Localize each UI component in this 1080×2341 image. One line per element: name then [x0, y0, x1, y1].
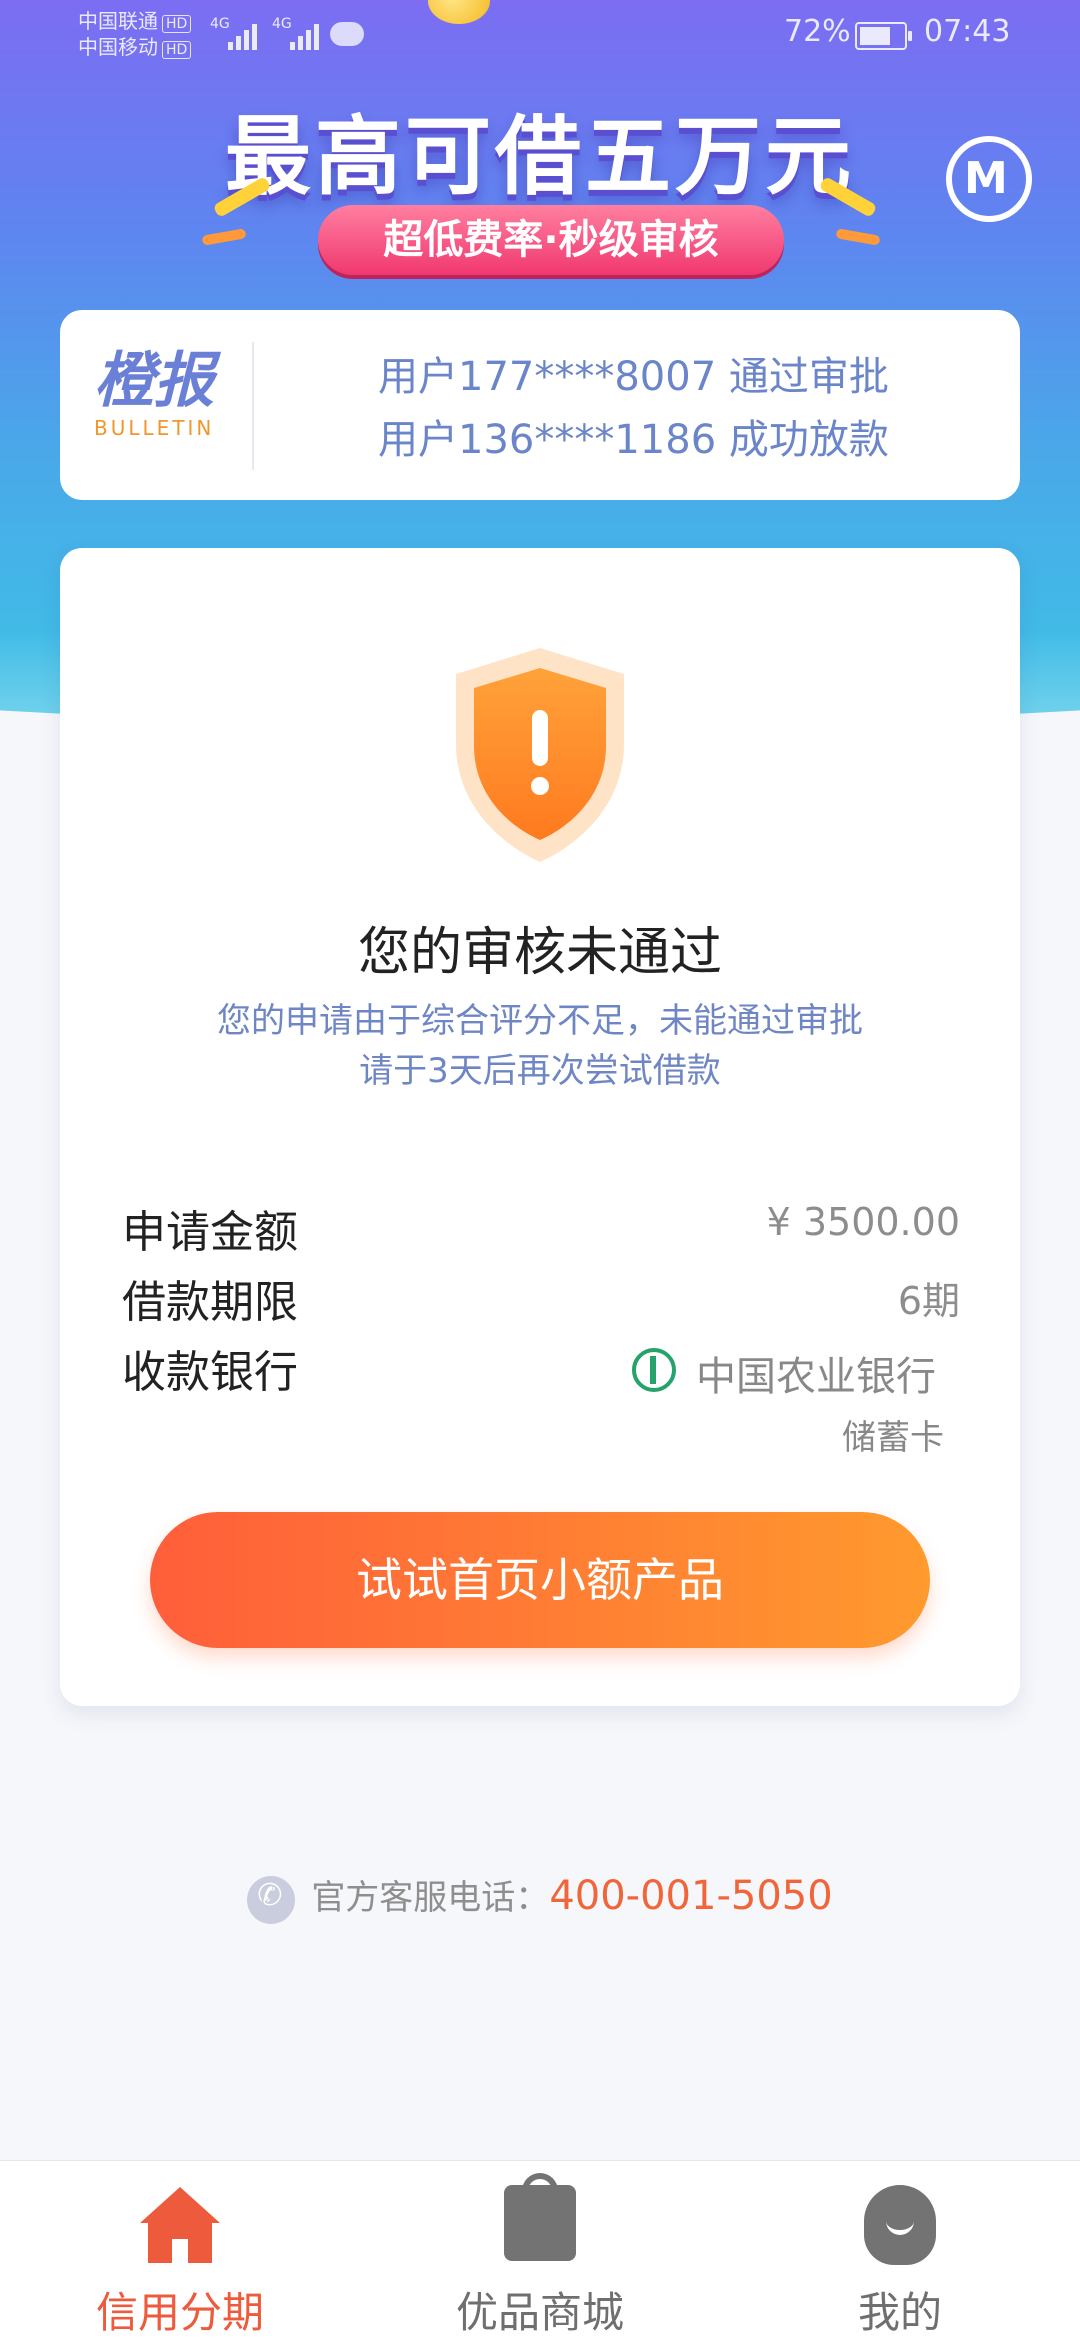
shield-warning-icon: [450, 644, 630, 866]
tab-mine[interactable]: 我的: [720, 2161, 1080, 2341]
bank-name: 中国农业银行: [696, 1354, 936, 1400]
hotline-number[interactable]: 400-001-5050: [549, 1873, 832, 1919]
network-type-1: 4G: [210, 16, 230, 32]
banner-subtitle: 超低费率·秒级审核: [318, 205, 784, 275]
m-logo-icon[interactable]: M: [946, 136, 1032, 222]
phone-icon: [247, 1875, 296, 1924]
bulletin-card: 橙报 BULLETIN 用户177****8007 通过审批 用户136****…: [60, 310, 1020, 500]
bank-label: 收款银行: [122, 1347, 298, 1398]
amount-value: ¥ 3500.00: [766, 1200, 960, 1244]
amount-label: 申请金额: [122, 1207, 298, 1258]
user-icon: [864, 2185, 936, 2265]
customer-service-hotline: 官方客服电话：400-001-5050: [0, 1870, 1080, 1924]
hd-badge-1: HD: [162, 15, 192, 33]
carrier-info: 中国联通 HD 中国移动 HD: [78, 8, 192, 60]
result-title: 您的审核未通过: [357, 923, 722, 983]
bottom-tab-bar: 信用分期 优品商城 我的: [0, 2160, 1080, 2341]
clock: 07:43: [924, 14, 1011, 49]
carrier-2: 中国移动: [78, 35, 158, 59]
signal-icon-1: [228, 18, 268, 50]
signal-icon-2: [290, 18, 330, 50]
result-desc-line: 请于3天后再次尝试借款: [359, 1051, 721, 1091]
hotline-label: 官方客服电话：: [311, 1878, 550, 1918]
bulletin-logo: 橙报 BULLETIN: [94, 346, 228, 440]
card-type: 储蓄卡: [842, 1418, 944, 1458]
carrier-1: 中国联通: [78, 9, 158, 33]
divider: [252, 342, 254, 470]
tab-label: 优品商城: [455, 2288, 624, 2337]
result-card: 您的审核未通过 您的申请由于综合评分不足，未能通过审批 请于3天后再次尝试借款 …: [60, 548, 1020, 1706]
shopping-bag-icon: [504, 2173, 576, 2261]
battery-icon: [855, 22, 912, 50]
bulletin-message: 用户177****8007 通过审批: [378, 354, 889, 400]
banner-title: 最高可借五万元: [225, 107, 855, 207]
bulletin-message: 用户136****1186 成功放款: [378, 417, 889, 463]
tab-label: 信用分期: [95, 2288, 264, 2337]
try-small-product-button[interactable]: 试试首页小额产品: [150, 1512, 930, 1648]
network-type-2: 4G: [272, 16, 292, 32]
term-label: 借款期限: [122, 1277, 298, 1328]
bulletin-logo-en: BULLETIN: [94, 416, 215, 440]
result-desc-line: 您的申请由于综合评分不足，未能通过审批: [217, 1001, 863, 1041]
bulletin-logo-cn: 橙报: [94, 346, 214, 416]
tab-mall[interactable]: 优品商城: [360, 2161, 720, 2341]
message-icon: [330, 22, 364, 46]
home-icon: [140, 2187, 220, 2263]
status-bar: 中国联通 HD 中国移动 HD 4G 4G 72% 07:43: [0, 0, 1080, 72]
tab-label: 我的: [857, 2288, 942, 2337]
result-description: 您的申请由于综合评分不足，未能通过审批 请于3天后再次尝试借款: [60, 996, 1020, 1096]
battery-percent: 72%: [784, 14, 851, 49]
term-value: 6期: [897, 1279, 960, 1323]
hd-badge-2: HD: [162, 41, 192, 59]
bulletin-messages: 用户177****8007 通过审批 用户136****1186 成功放款: [378, 346, 889, 472]
tab-credit-installment[interactable]: 信用分期: [0, 2161, 360, 2341]
bank-logo-icon: [632, 1348, 676, 1392]
